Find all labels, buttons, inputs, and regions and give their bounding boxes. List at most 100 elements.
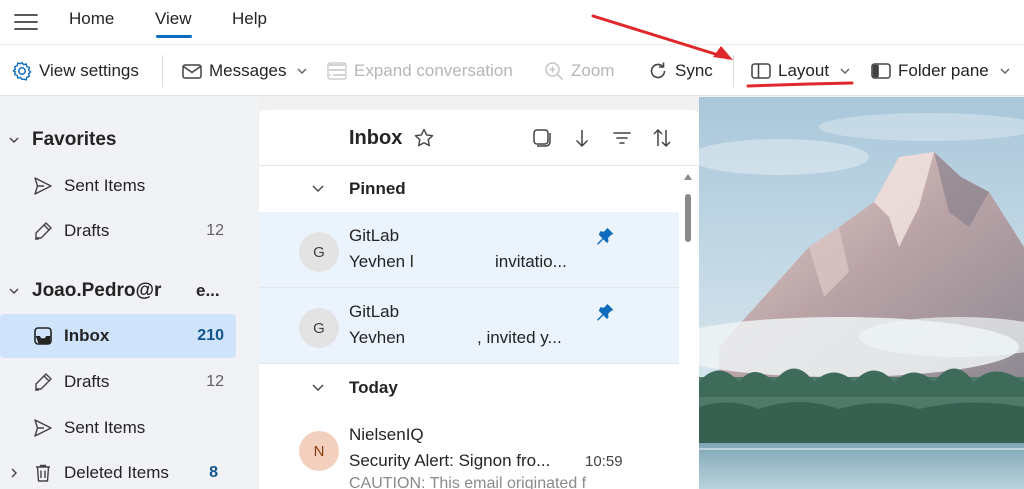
unread-count: 12	[206, 222, 224, 239]
message-item[interactable]: N NielsenIQ Security Alert: Signon fro..…	[259, 411, 679, 489]
chevron-down-icon	[999, 65, 1011, 77]
sidebar-item-inbox[interactable]: Inbox 210	[0, 314, 236, 358]
mountain-landscape-image	[699, 97, 1024, 489]
unread-count: 8	[209, 464, 218, 481]
account-group-header[interactable]: Joao.Pedro@r e...	[0, 269, 250, 313]
expand-conversation-label: Expand conversation	[354, 61, 513, 80]
group-label: Pinned	[349, 179, 406, 198]
mail-icon	[181, 60, 203, 82]
favorites-group-header[interactable]: Favorites	[0, 118, 250, 162]
pencil-icon	[32, 371, 54, 393]
message-item[interactable]: G GitLab Yevhen , invited y...	[259, 288, 679, 364]
tab-home[interactable]: Home	[69, 9, 114, 29]
message-time: 10:59	[585, 453, 623, 470]
sidebar-item-label: Sent Items	[64, 418, 146, 437]
chevron-down-icon	[8, 134, 20, 146]
scrollbar-thumb[interactable]	[685, 194, 691, 242]
top-nav-bar: Home View Help	[0, 0, 1024, 44]
group-header-today[interactable]: Today	[259, 365, 679, 411]
sort-icon[interactable]	[651, 127, 673, 149]
sidebar-item-sent-items[interactable]: Sent Items	[0, 406, 250, 450]
sync-icon	[647, 60, 669, 82]
filter-icon[interactable]	[611, 127, 633, 149]
gear-icon	[11, 60, 33, 82]
message-subject-end: , invited y...	[477, 328, 562, 347]
ribbon-divider	[733, 55, 734, 87]
view-settings-label: View settings	[39, 61, 139, 80]
sync-button[interactable]: Sync	[647, 45, 713, 97]
sidebar-item-label: Sent Items	[64, 176, 146, 195]
messages-dropdown[interactable]: Messages	[181, 45, 308, 97]
expand-conversation-icon	[326, 60, 348, 82]
send-icon	[32, 175, 54, 197]
group-header-pinned[interactable]: Pinned	[259, 166, 679, 212]
message-subject-start: Yevhen	[349, 328, 406, 347]
sidebar-item-label: Deleted Items	[64, 463, 169, 482]
folder-pane-dropdown[interactable]: Folder pane	[870, 45, 1011, 97]
sidebar-item-label: Drafts	[64, 372, 110, 391]
layout-panel-icon	[750, 60, 772, 82]
star-icon[interactable]	[413, 127, 435, 149]
message-list-scrollbar[interactable]	[679, 166, 699, 489]
chevron-down-icon	[839, 65, 851, 77]
message-sender: NielsenIQ	[349, 425, 424, 444]
message-list-header: Inbox	[259, 110, 699, 166]
select-messages-icon[interactable]	[531, 127, 553, 149]
expand-conversation-button[interactable]: Expand conversation	[326, 45, 513, 97]
active-tab-indicator	[156, 35, 192, 38]
account-heading-suffix: e...	[196, 281, 220, 300]
group-label: Today	[349, 378, 398, 397]
folder-pane-label: Folder pane	[898, 61, 989, 80]
message-subject: Security Alert: Signon fro...	[349, 451, 551, 470]
pin-icon[interactable]	[595, 226, 615, 246]
message-sender: GitLab	[349, 226, 400, 245]
message-preview: CAUTION: This email originated f	[349, 475, 587, 489]
message-subject-start: Yevhen l	[349, 252, 414, 271]
sync-label: Sync	[675, 61, 713, 80]
sidebar-item-label: Drafts	[64, 221, 110, 240]
message-subject-end: invitatio...	[495, 252, 567, 271]
chevron-down-icon	[311, 382, 325, 394]
hamburger-menu-icon[interactable]	[14, 12, 38, 32]
ribbon-toolbar: View settings Messages Expand conversati…	[0, 44, 1024, 96]
sidebar-item-drafts[interactable]: Drafts 12	[0, 360, 250, 404]
trash-icon	[32, 462, 54, 484]
zoom-button[interactable]: Zoom	[543, 45, 614, 97]
unread-count: 12	[206, 373, 224, 390]
message-list: Inbox Pinned G GitLab Yevhen l invitatio…	[259, 110, 699, 489]
chevron-down-icon	[296, 65, 308, 77]
avatar: G	[299, 232, 339, 272]
sidebar-item-label: Inbox	[64, 326, 110, 345]
zoom-label: Zoom	[571, 61, 615, 80]
messages-label: Messages	[209, 61, 287, 80]
sidebar-item-sent-items[interactable]: Sent Items	[0, 164, 250, 208]
folder-title: Inbox	[349, 127, 403, 149]
pencil-icon	[32, 220, 54, 242]
account-heading: Joao.Pedro@r	[32, 280, 162, 301]
jump-down-icon[interactable]	[571, 127, 593, 149]
message-item[interactable]: G GitLab Yevhen l invitatio...	[259, 212, 679, 288]
folder-pane-icon	[870, 60, 892, 82]
chevron-down-icon	[311, 183, 325, 195]
favorites-heading: Favorites	[32, 129, 117, 150]
view-settings-button[interactable]: View settings	[11, 45, 139, 97]
layout-dropdown[interactable]: Layout	[750, 45, 851, 97]
unread-count: 210	[197, 327, 224, 344]
layout-label: Layout	[778, 61, 830, 80]
chevron-down-icon	[8, 285, 20, 297]
reading-pane-background	[699, 97, 1024, 489]
zoom-in-icon	[543, 60, 565, 82]
scroll-up-arrow-icon[interactable]	[684, 174, 692, 180]
send-icon	[32, 417, 54, 439]
chevron-right-icon	[8, 467, 20, 479]
ribbon-divider	[162, 55, 163, 87]
sidebar-item-deleted-items[interactable]: Deleted Items 8	[0, 451, 250, 489]
tab-view[interactable]: View	[155, 9, 192, 29]
tab-help[interactable]: Help	[232, 9, 267, 29]
folder-pane: Favorites Sent Items Drafts 12 Joao.Pedr…	[0, 96, 258, 489]
sidebar-item-drafts[interactable]: Drafts 12	[0, 209, 250, 253]
inbox-icon	[32, 325, 54, 347]
avatar: N	[299, 431, 339, 471]
avatar: G	[299, 308, 339, 348]
pin-icon[interactable]	[595, 302, 615, 322]
